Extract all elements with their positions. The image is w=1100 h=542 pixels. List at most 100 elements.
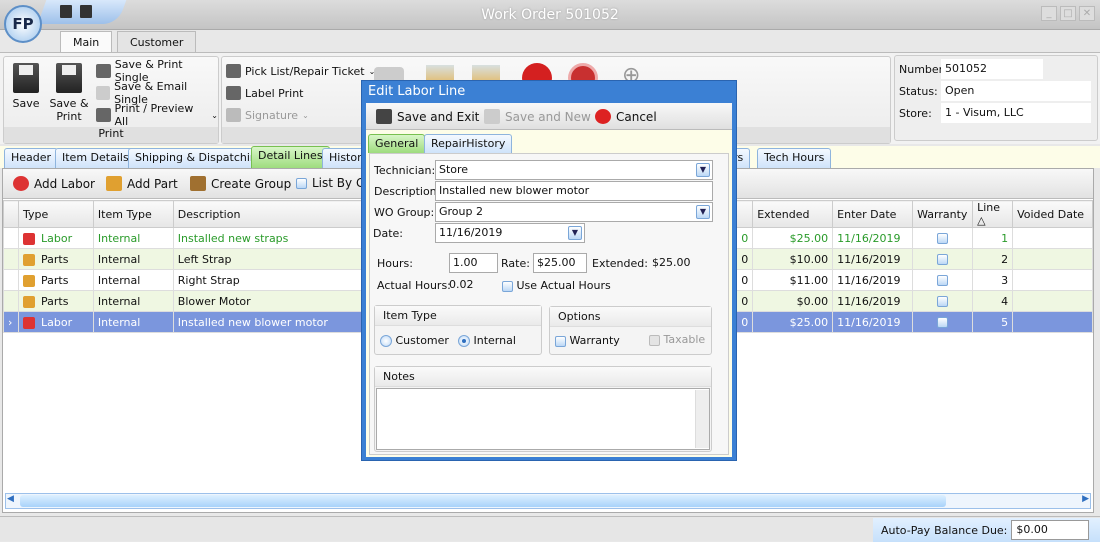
row-indicator[interactable]	[3, 269, 19, 291]
item-type-cell[interactable]: Internal	[92, 227, 174, 249]
notes-scrollbar[interactable]	[695, 390, 709, 448]
column-header-extended[interactable]: Extended	[752, 200, 834, 228]
column-header-warranty[interactable]: Warranty	[912, 200, 974, 228]
scroll-right-icon[interactable]: ▶	[1082, 494, 1089, 504]
enter-date-cell[interactable]: 11/16/2019	[832, 248, 914, 270]
item-type-cell[interactable]: Internal	[92, 311, 174, 333]
taxable-checkbox[interactable]: Taxable	[649, 333, 705, 346]
warranty-checkbox-icon[interactable]	[937, 275, 949, 286]
warranty-cell[interactable]	[912, 248, 974, 270]
quick-save-print-icon[interactable]	[80, 5, 92, 18]
voided-date-cell[interactable]	[1012, 248, 1093, 270]
hidden-cell[interactable]: 0	[736, 248, 754, 270]
tab-detail-lines[interactable]: Detail Lines	[251, 146, 330, 168]
column-header-line[interactable]: Line △	[972, 200, 1014, 228]
hidden-cell[interactable]: 0	[736, 311, 754, 333]
tab-shipping-dispatching[interactable]: Shipping & Dispatching	[128, 148, 271, 168]
voided-date-cell[interactable]	[1012, 269, 1093, 291]
enter-date-cell[interactable]: 11/16/2019	[832, 311, 914, 333]
auto-pay-label[interactable]: Auto-Pay	[881, 524, 930, 537]
customer-radio[interactable]: Customer	[380, 334, 449, 347]
add-labor-button[interactable]: Add Labor	[13, 176, 95, 191]
line-cell[interactable]: 2	[972, 248, 1014, 270]
row-indicator[interactable]: ›	[3, 311, 19, 333]
wo-group-select[interactable]: Group 2 ▼	[435, 202, 713, 222]
create-group-button[interactable]: Create Group	[190, 176, 291, 191]
hours-input[interactable]: 1.00	[449, 253, 498, 273]
chevron-down-icon[interactable]: ▼	[568, 226, 582, 240]
row-indicator[interactable]	[3, 248, 19, 270]
column-header-hidden[interactable]	[736, 200, 754, 228]
column-header-voided-date[interactable]: Voided Date	[1012, 200, 1093, 228]
scroll-left-icon[interactable]: ◀	[7, 494, 14, 504]
column-header-item-type[interactable]: Item Type	[92, 200, 174, 228]
line-cell[interactable]: 4	[972, 290, 1014, 312]
cancel-button[interactable]: Cancel	[595, 109, 657, 124]
notes-textarea[interactable]	[376, 388, 710, 450]
save-print-single-button[interactable]: Save & Print Single	[96, 58, 218, 84]
dialog-tab-general[interactable]: General	[368, 134, 426, 153]
column-header-enter-date[interactable]: Enter Date	[832, 200, 914, 228]
internal-radio[interactable]: Internal	[458, 334, 516, 347]
date-picker[interactable]: 11/16/2019 ▼	[435, 223, 585, 243]
warranty-checkbox-icon[interactable]	[937, 254, 949, 265]
extended-cell[interactable]: $0.00	[752, 290, 834, 312]
voided-date-cell[interactable]	[1012, 227, 1093, 249]
row-indicator[interactable]	[3, 290, 19, 312]
signature-button[interactable]: Signature ⌄	[226, 105, 309, 125]
close-button[interactable]: ✕	[1079, 6, 1095, 21]
technician-select[interactable]: Store ▼	[435, 160, 713, 180]
pick-list-button[interactable]: Pick List/Repair Ticket ⌄	[226, 61, 375, 81]
ribbon-tab-main[interactable]: Main	[60, 31, 113, 53]
save-print-button[interactable]: Save & Print	[48, 63, 90, 123]
warranty-checkbox-icon[interactable]	[937, 233, 949, 244]
line-cell[interactable]: 3	[972, 269, 1014, 291]
ribbon-tab-customer[interactable]: Customer	[117, 31, 197, 53]
dialog-tab-repair-history[interactable]: RepairHistory	[424, 134, 513, 153]
item-type-cell[interactable]: Internal	[92, 248, 174, 270]
scrollbar-thumb[interactable]	[20, 495, 946, 507]
item-type-cell[interactable]: Internal	[92, 269, 174, 291]
type-cell[interactable]: Labor	[17, 311, 94, 333]
type-cell[interactable]: Parts	[17, 248, 94, 270]
voided-date-cell[interactable]	[1012, 311, 1093, 333]
horizontal-scrollbar[interactable]: ◀ ▶	[5, 493, 1091, 509]
type-cell[interactable]: Parts	[17, 290, 94, 312]
hidden-cell[interactable]: 0	[736, 227, 754, 249]
type-cell[interactable]: Labor	[17, 227, 94, 249]
warranty-checkbox[interactable]: Warranty	[555, 334, 620, 347]
enter-date-cell[interactable]: 11/16/2019	[832, 269, 914, 291]
save-and-exit-button[interactable]: Save and Exit	[376, 109, 479, 124]
quick-save-icon[interactable]	[60, 5, 72, 18]
warranty-cell[interactable]	[912, 227, 974, 249]
minimize-button[interactable]: _	[1041, 6, 1057, 21]
warranty-cell[interactable]	[912, 311, 974, 333]
app-logo[interactable]: FP	[4, 5, 42, 43]
line-cell[interactable]: 5	[972, 311, 1014, 333]
extended-cell[interactable]: $25.00	[752, 227, 834, 249]
hidden-cell[interactable]: 0	[736, 269, 754, 291]
enter-date-cell[interactable]: 11/16/2019	[832, 227, 914, 249]
rate-input[interactable]: $25.00	[533, 253, 587, 273]
label-print-button[interactable]: Label Print	[226, 83, 303, 103]
tab-tech-hours[interactable]: Tech Hours	[757, 148, 832, 168]
list-by-group-checkbox[interactable]: List By G	[296, 176, 365, 190]
warranty-checkbox-icon[interactable]	[937, 317, 949, 328]
tab-header[interactable]: Header	[4, 148, 59, 168]
add-part-button[interactable]: Add Part	[106, 176, 178, 191]
warranty-cell[interactable]	[912, 290, 974, 312]
extended-cell[interactable]: $10.00	[752, 248, 834, 270]
use-actual-hours-checkbox[interactable]: Use Actual Hours	[502, 279, 611, 292]
warranty-cell[interactable]	[912, 269, 974, 291]
extended-cell[interactable]: $11.00	[752, 269, 834, 291]
warranty-checkbox-icon[interactable]	[937, 296, 949, 307]
extended-cell[interactable]: $25.00	[752, 311, 834, 333]
save-button[interactable]: Save	[8, 63, 44, 110]
type-cell[interactable]: Parts	[17, 269, 94, 291]
save-and-new-button[interactable]: Save and New	[484, 109, 591, 124]
chevron-down-icon[interactable]: ▼	[696, 163, 710, 177]
chevron-down-icon[interactable]: ▼	[696, 205, 710, 219]
enter-date-cell[interactable]: 11/16/2019	[832, 290, 914, 312]
print-preview-all-button[interactable]: Print / Preview All ⌄	[96, 102, 218, 128]
voided-date-cell[interactable]	[1012, 290, 1093, 312]
